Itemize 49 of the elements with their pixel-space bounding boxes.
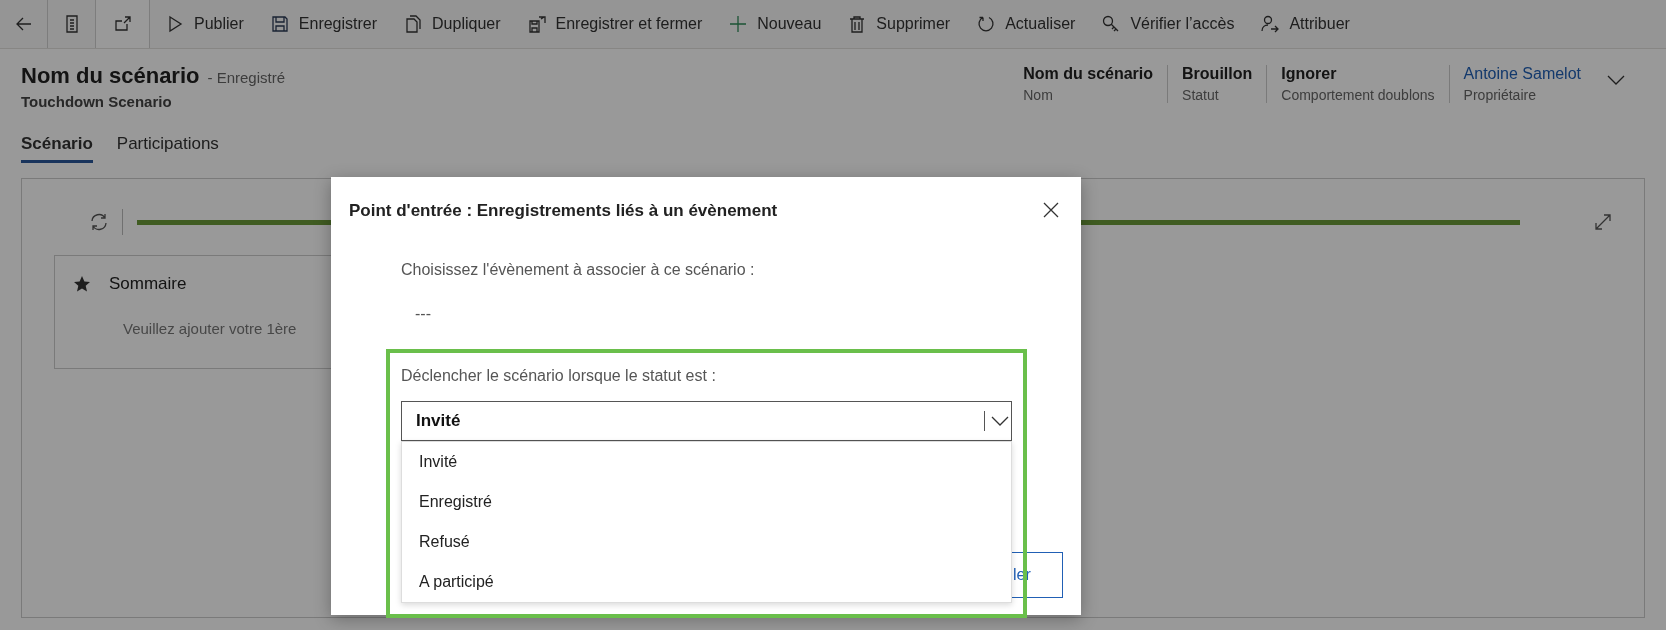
toolbar-button[interactable]: Nouveau — [729, 15, 822, 33]
toolbar-button[interactable]: Vérifier l’accès — [1102, 15, 1235, 33]
toolbar-button[interactable]: Supprimer — [848, 15, 951, 33]
refresh-icon — [90, 213, 108, 231]
toolbar-button[interactable]: Publier — [166, 15, 244, 33]
person-arrow-icon — [1261, 15, 1280, 33]
owner-link[interactable]: Antoine Samelot — [1463, 65, 1581, 83]
toolbar-button[interactable]: Enregistrer et fermer — [527, 15, 703, 33]
save-status: - Enregistré — [207, 69, 285, 86]
dropdown-option[interactable]: A participé — [402, 562, 1011, 602]
tab[interactable]: Scénario — [21, 130, 93, 163]
key-icon — [1102, 15, 1121, 33]
field-value: Nom du scénario — [1023, 65, 1154, 83]
refresh-icon — [977, 15, 996, 33]
tab[interactable]: Participations — [116, 130, 219, 163]
record-subtitle: Touchdown Scenario — [21, 93, 173, 110]
back-arrow-icon — [14, 15, 33, 33]
record-title: Nom du scénario — [21, 63, 200, 89]
field-label: Propriétaire — [1463, 87, 1537, 103]
expand-icon — [1594, 213, 1612, 231]
save-icon — [270, 15, 289, 33]
toolbar-button[interactable]: Dupliquer — [404, 15, 501, 33]
close-icon — [1042, 200, 1060, 219]
save-close-icon — [527, 15, 546, 33]
field-value: Brouillon — [1182, 65, 1253, 83]
popout-button[interactable] — [96, 0, 150, 48]
field-label: Nom — [1023, 87, 1054, 103]
dropdown-option[interactable]: Invité — [402, 442, 1011, 482]
dialog-title: Point d'entrée : Enregistrements liés à un évènement — [349, 201, 778, 221]
copy-icon — [404, 15, 423, 33]
trigger-label: Déclencher le scénario lorsque le statut est : — [401, 367, 717, 385]
popout-icon — [113, 15, 132, 33]
toolbar-button[interactable]: Actualiser — [977, 15, 1076, 33]
play-icon — [166, 15, 184, 33]
toolbar-button[interactable]: Enregistrer — [270, 15, 378, 33]
field-label: Comportement doublons — [1281, 87, 1435, 103]
field-value: Ignorer — [1281, 65, 1338, 83]
tile-title: Sommaire — [109, 274, 187, 294]
dropdown-option[interactable]: Refusé — [402, 522, 1011, 562]
event-value: --- — [415, 305, 432, 323]
plus-icon — [729, 15, 748, 33]
event-prompt: Choisissez l'évènement à associer à ce scénario : — [401, 261, 756, 279]
toolbar-button[interactable]: Attribuer — [1261, 15, 1350, 33]
dropdown-option[interactable]: Enregistré — [402, 482, 1011, 522]
field-label: Statut — [1182, 87, 1220, 103]
star-icon — [73, 275, 91, 293]
status-dropdown[interactable]: Invité — [401, 401, 1012, 441]
tile-hint: Veuillez ajouter votre 1ère — [123, 320, 298, 337]
trash-icon — [848, 15, 867, 33]
